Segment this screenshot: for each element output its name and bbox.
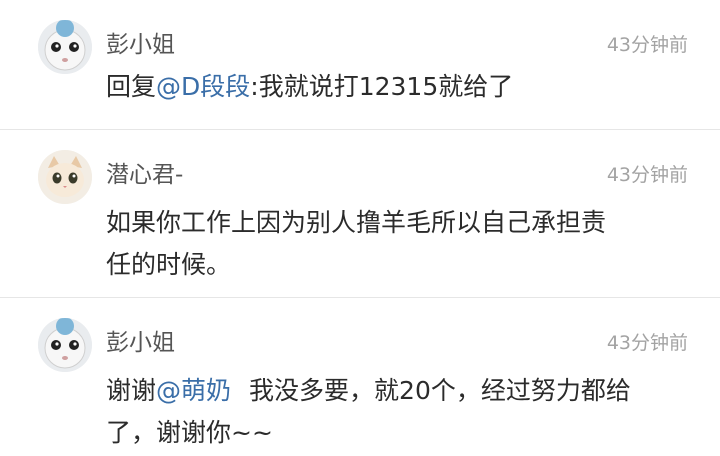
- avatar[interactable]: [38, 318, 92, 372]
- username[interactable]: 彭小姐: [106, 30, 175, 60]
- timestamp: 43分钟前: [606, 332, 688, 354]
- mention-link[interactable]: @D段段: [156, 72, 250, 101]
- reply-prefix: 回复: [106, 72, 157, 101]
- cartoon-doll-avatar-icon: [38, 20, 92, 74]
- timestamp: 43分钟前: [606, 34, 688, 56]
- comment-item: 彭小姐 43分钟前 回复@D段段:我就说打12315就给了: [0, 0, 720, 130]
- cartoon-doll-avatar-icon: [38, 318, 92, 372]
- comment-text: 回复@D段段:我就说打12315就给了: [106, 66, 690, 108]
- thanks-prefix: 谢谢: [106, 376, 157, 405]
- cat-avatar-icon: [38, 150, 92, 204]
- avatar[interactable]: [38, 150, 92, 204]
- comment-item: 彭小姐 43分钟前 谢谢@萌奶 我没多要，就20个，经过努力都给 了，谢谢你~~: [0, 298, 720, 456]
- avatar[interactable]: [38, 20, 92, 74]
- comment-line: 谢谢@萌奶 我没多要，就20个，经过努力都给: [106, 370, 690, 412]
- timestamp: 43分钟前: [606, 164, 688, 186]
- username[interactable]: 彭小姐: [106, 328, 175, 358]
- mention-link[interactable]: @萌奶: [156, 376, 231, 405]
- comment-line: 任的时候。: [106, 250, 232, 279]
- comment-line: 了，谢谢你~~: [106, 418, 273, 447]
- comment-line: 如果你工作上因为别人撸羊毛所以自己承担责: [106, 208, 607, 237]
- comment-body: 我没多要，就20个，经过努力都给: [249, 376, 631, 405]
- comment-list: 彭小姐 43分钟前 回复@D段段:我就说打12315就给了 潜心君- 43分钟前…: [0, 0, 720, 456]
- comment-body: :我就说打12315就给了: [250, 72, 514, 101]
- username[interactable]: 潜心君-: [106, 160, 183, 190]
- comment-text: 如果你工作上因为别人撸羊毛所以自己承担责 任的时候。: [106, 202, 690, 286]
- comment-item: 潜心君- 43分钟前 如果你工作上因为别人撸羊毛所以自己承担责 任的时候。: [0, 130, 720, 298]
- comment-text: 谢谢@萌奶 我没多要，就20个，经过努力都给 了，谢谢你~~: [106, 370, 690, 454]
